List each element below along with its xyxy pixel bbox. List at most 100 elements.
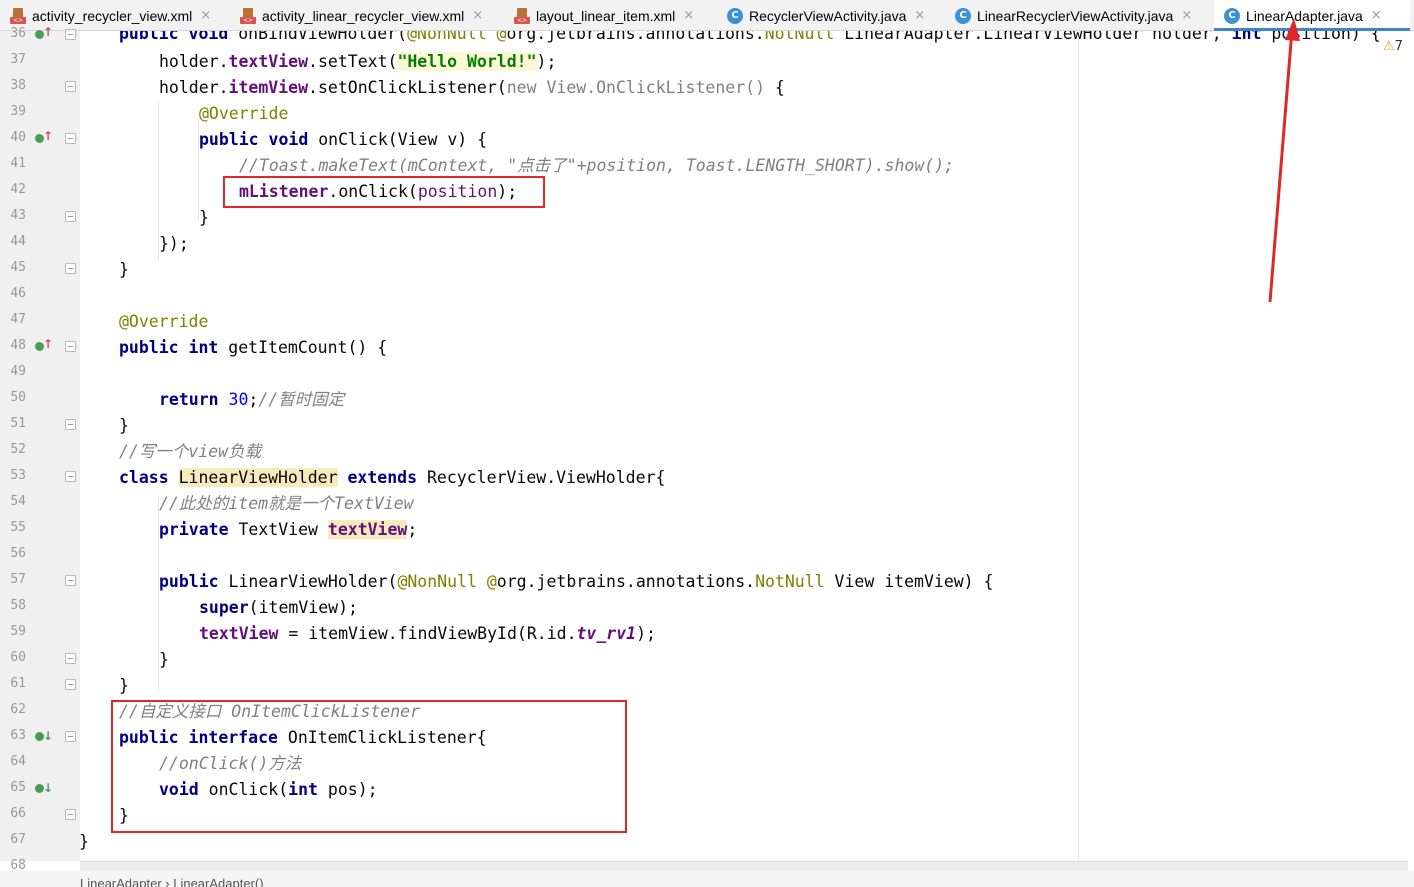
fold-toggle-icon[interactable]: [65, 341, 76, 352]
line-number[interactable]: 45: [0, 255, 26, 281]
code-line: public void onBindViewHolder(@NonNull @o…: [119, 31, 1381, 43]
xml-file-icon: <>: [240, 7, 256, 24]
close-icon[interactable]: ×: [200, 8, 211, 23]
fold-toggle-icon[interactable]: [65, 29, 76, 40]
java-class-icon: C: [727, 7, 743, 24]
code-line: return 30;//暂时固定: [159, 390, 345, 409]
line-number[interactable]: 57: [0, 567, 26, 593]
line-number[interactable]: 61: [0, 671, 26, 697]
code-line: //此处的item就是一个TextView: [159, 494, 414, 513]
close-icon[interactable]: ×: [1371, 8, 1382, 23]
line-number[interactable]: 42: [0, 177, 26, 203]
code-line: }: [119, 676, 129, 695]
line-number[interactable]: 65: [0, 775, 26, 801]
tab-activity-linear-recycler-view-xml[interactable]: <> activity_linear_recycler_view.xml ×: [240, 0, 502, 31]
fold-toggle-icon[interactable]: [65, 419, 76, 430]
code-line: holder.textView.setText("Hello World!");: [159, 52, 557, 71]
tab-layout-linear-item-xml[interactable]: <> layout_linear_item.xml ×: [514, 0, 714, 31]
code-line: super(itemView);: [199, 598, 358, 617]
line-number-gutter: 36 ↑ 37 38 39 40 ↑ 41 42 43 44 45 46 47 48 ↑ 49 50 51 52 53 5…: [0, 25, 80, 873]
line-number[interactable]: 56: [0, 541, 26, 567]
code-line: }: [119, 416, 129, 435]
line-number[interactable]: 40: [0, 125, 26, 151]
implemented-by-icon[interactable]: ↓: [34, 781, 53, 795]
line-number[interactable]: 62: [0, 697, 26, 723]
implements-method-icon[interactable]: ↑: [34, 129, 53, 145]
code-line: }: [80, 829, 89, 855]
close-icon[interactable]: ×: [472, 8, 483, 23]
line-number[interactable]: 67: [0, 827, 26, 853]
code-line: holder.itemView.setOnClickListener(new V…: [159, 78, 785, 97]
tab-label: layout_linear_item.xml: [536, 7, 676, 24]
implements-method-icon[interactable]: ↑: [34, 337, 53, 353]
fold-toggle-icon[interactable]: [65, 653, 76, 664]
line-number[interactable]: 58: [0, 593, 26, 619]
line-number[interactable]: 39: [0, 99, 26, 125]
close-icon[interactable]: ×: [683, 8, 694, 23]
horizontal-scrollbar[interactable]: [80, 861, 1408, 871]
warning-count: 7: [1394, 39, 1403, 54]
fold-toggle-icon[interactable]: [65, 809, 76, 820]
line-number[interactable]: 53: [0, 463, 26, 489]
warning-icon: ⚠: [1383, 39, 1395, 54]
fold-toggle-icon[interactable]: [65, 575, 76, 586]
inspection-warnings[interactable]: ⚠7: [1383, 39, 1403, 54]
tab-label: activity_recycler_view.xml: [32, 7, 193, 24]
line-number[interactable]: 54: [0, 489, 26, 515]
line-number[interactable]: 41: [0, 151, 26, 177]
line-number[interactable]: 48: [0, 333, 26, 359]
code-line: @Override: [119, 312, 209, 331]
line-number[interactable]: 36: [0, 21, 26, 47]
implemented-by-icon[interactable]: ↓: [34, 729, 53, 743]
code-line: public void onClick(View v) {: [199, 130, 488, 149]
line-number[interactable]: 55: [0, 515, 26, 541]
code-line: class LinearViewHolder extends RecyclerV…: [119, 468, 666, 487]
editor-tab-bar: <> activity_recycler_view.xml × <> activ…: [0, 0, 1414, 31]
fold-toggle-icon[interactable]: [65, 263, 76, 274]
code-line: public int getItemCount() {: [119, 338, 388, 357]
tab-linearrecyclerviewactivity-java[interactable]: C LinearRecyclerViewActivity.java ×: [955, 0, 1210, 31]
code-line: //写一个view负载: [119, 442, 262, 461]
line-number[interactable]: 37: [0, 47, 26, 73]
line-number[interactable]: 50: [0, 385, 26, 411]
tab-label: activity_linear_recycler_view.xml: [262, 7, 465, 24]
fold-toggle-icon[interactable]: [65, 81, 76, 92]
fold-toggle-icon[interactable]: [65, 731, 76, 742]
close-icon[interactable]: ×: [1181, 8, 1192, 23]
tab-recyclerviewactivity-java[interactable]: C RecyclerViewActivity.java ×: [727, 0, 945, 31]
line-number[interactable]: 46: [0, 281, 26, 307]
line-number[interactable]: 38: [0, 73, 26, 99]
implements-method-icon[interactable]: ↑: [34, 25, 53, 41]
code-line: @Override: [199, 104, 289, 123]
code-line: textView = itemView.findViewById(R.id.tv…: [199, 624, 656, 643]
fold-toggle-icon[interactable]: [65, 679, 76, 690]
line-number[interactable]: 47: [0, 307, 26, 333]
line-number[interactable]: 60: [0, 645, 26, 671]
right-margin-guide: [1078, 31, 1079, 861]
line-number[interactable]: 44: [0, 229, 26, 255]
tab-label: RecyclerViewActivity.java: [749, 7, 907, 24]
line-number[interactable]: 52: [0, 437, 26, 463]
close-icon[interactable]: ×: [914, 8, 925, 23]
line-number[interactable]: 43: [0, 203, 26, 229]
tab-linearadapter-java[interactable]: C LinearAdapter.java ×: [1214, 0, 1410, 31]
code-line: }: [119, 260, 129, 279]
line-number[interactable]: 63: [0, 723, 26, 749]
java-class-icon: C: [1224, 7, 1240, 24]
fold-toggle-icon[interactable]: [65, 211, 76, 222]
line-number[interactable]: 49: [0, 359, 26, 385]
fold-toggle-icon[interactable]: [65, 471, 76, 482]
code-line: public LinearViewHolder(@NonNull @org.je…: [159, 572, 994, 591]
line-number[interactable]: 66: [0, 801, 26, 827]
code-line: }: [199, 208, 209, 227]
code-line: }: [159, 650, 169, 669]
line-number[interactable]: 64: [0, 749, 26, 775]
xml-file-icon: <>: [514, 7, 530, 24]
highlight-box-mlistener-call: [223, 176, 545, 208]
line-number[interactable]: 59: [0, 619, 26, 645]
tab-label: LinearRecyclerViewActivity.java: [977, 7, 1174, 24]
fold-toggle-icon[interactable]: [65, 133, 76, 144]
line-number[interactable]: 51: [0, 411, 26, 437]
highlight-box-interface-definition: [111, 700, 627, 833]
breadcrumb[interactable]: LinearAdapter › LinearAdapter(): [0, 871, 1414, 887]
